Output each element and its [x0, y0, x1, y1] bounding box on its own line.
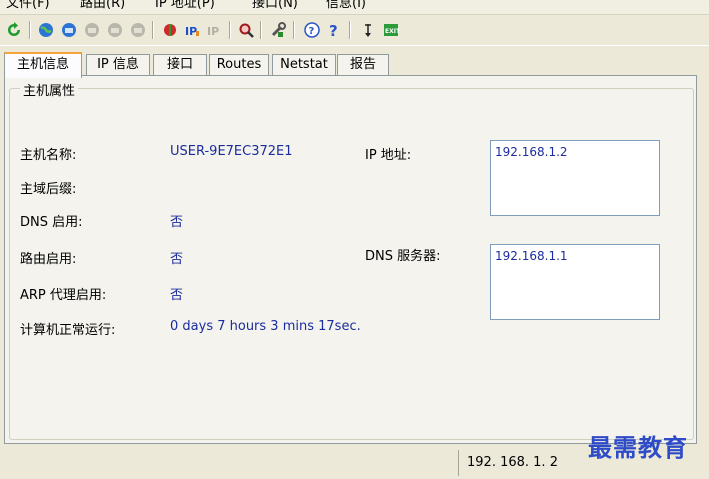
arp-proxy-value: 否	[170, 288, 184, 303]
menu-file[interactable]: 文件(F)	[6, 0, 50, 14]
globe-gray-icon[interactable]	[82, 20, 102, 40]
host-info-panel: 主机属性 主机名称: USER-9E7EC372E1 主域后缀: DNS 启用:…	[4, 75, 697, 444]
ip-add-icon[interactable]	[160, 20, 180, 40]
ip-address-list[interactable]: 192.168.1.2	[490, 140, 660, 216]
svg-text:IP: IP	[185, 25, 197, 38]
watermark: 最需教育	[588, 433, 688, 462]
svg-text:IP: IP	[207, 25, 219, 38]
svg-text:?: ?	[329, 22, 338, 38]
status-ip: 192. 168. 1. 2	[458, 450, 572, 476]
globe-gray-icon-3[interactable]	[128, 20, 148, 40]
dns-enabled-label: DNS 启用:	[20, 215, 83, 230]
menu-bar: 文件(F) 路由(R) IP 地址(P) 接口(N) 信息(I)	[0, 0, 709, 15]
toolbar: IP IP ? ? EXIT	[0, 15, 709, 46]
menu-ip-address[interactable]: IP 地址(P)	[155, 0, 215, 14]
ip-remove-icon[interactable]: IP	[204, 20, 224, 40]
dns-enabled-value: 否	[170, 215, 184, 230]
whats-this-icon[interactable]: ?	[324, 20, 344, 40]
menu-interface[interactable]: 接口(N)	[252, 0, 298, 14]
svg-text:EXIT: EXIT	[385, 28, 399, 35]
menu-route[interactable]: 路由(R)	[80, 0, 125, 14]
arp-proxy-label: ARP 代理启用:	[20, 288, 107, 303]
domain-suffix-label: 主域后缀:	[20, 182, 77, 197]
hostname-label: 主机名称:	[20, 148, 77, 163]
help-icon[interactable]: ?	[302, 20, 322, 40]
tools-icon[interactable]	[268, 20, 288, 40]
host-properties-group: 主机属性 主机名称: USER-9E7EC372E1 主域后缀: DNS 启用:…	[9, 80, 694, 440]
hostname-value: USER-9E7EC372E1	[170, 144, 293, 159]
list-item[interactable]: 192.168.1.1	[495, 249, 659, 263]
svg-text:?: ?	[309, 26, 315, 37]
routing-enabled-value: 否	[170, 252, 184, 267]
group-title: 主机属性	[20, 80, 79, 99]
exit-icon[interactable]: EXIT	[381, 20, 401, 40]
tab-netstat[interactable]: Netstat	[272, 54, 336, 75]
ip-address-label: IP 地址:	[365, 148, 412, 163]
uptime-label: 计算机正常运行:	[20, 323, 116, 338]
routing-enabled-label: 路由启用:	[20, 252, 77, 267]
tab-ip-info[interactable]: IP 信息	[86, 54, 150, 75]
uptime-value: 0 days 7 hours 3 mins 17sec.	[170, 319, 361, 334]
dns-servers-label: DNS 服务器:	[365, 249, 441, 264]
tab-routes[interactable]: Routes	[209, 54, 269, 75]
list-item[interactable]: 192.168.1.2	[495, 145, 659, 159]
pin-icon[interactable]	[358, 20, 378, 40]
globe-blue-icon[interactable]	[59, 20, 79, 40]
ip-edit-icon[interactable]: IP	[182, 20, 202, 40]
refresh-icon[interactable]	[4, 20, 24, 40]
tab-interfaces[interactable]: 接口	[153, 54, 207, 75]
tab-report[interactable]: 报告	[337, 54, 389, 75]
globe-green-icon[interactable]	[36, 20, 56, 40]
globe-gray-icon-2[interactable]	[105, 20, 125, 40]
menu-info[interactable]: 信息(I)	[326, 0, 366, 14]
tab-host-info[interactable]: 主机信息	[4, 52, 82, 78]
zoom-icon[interactable]	[236, 20, 256, 40]
dns-servers-list[interactable]: 192.168.1.1	[490, 244, 660, 320]
